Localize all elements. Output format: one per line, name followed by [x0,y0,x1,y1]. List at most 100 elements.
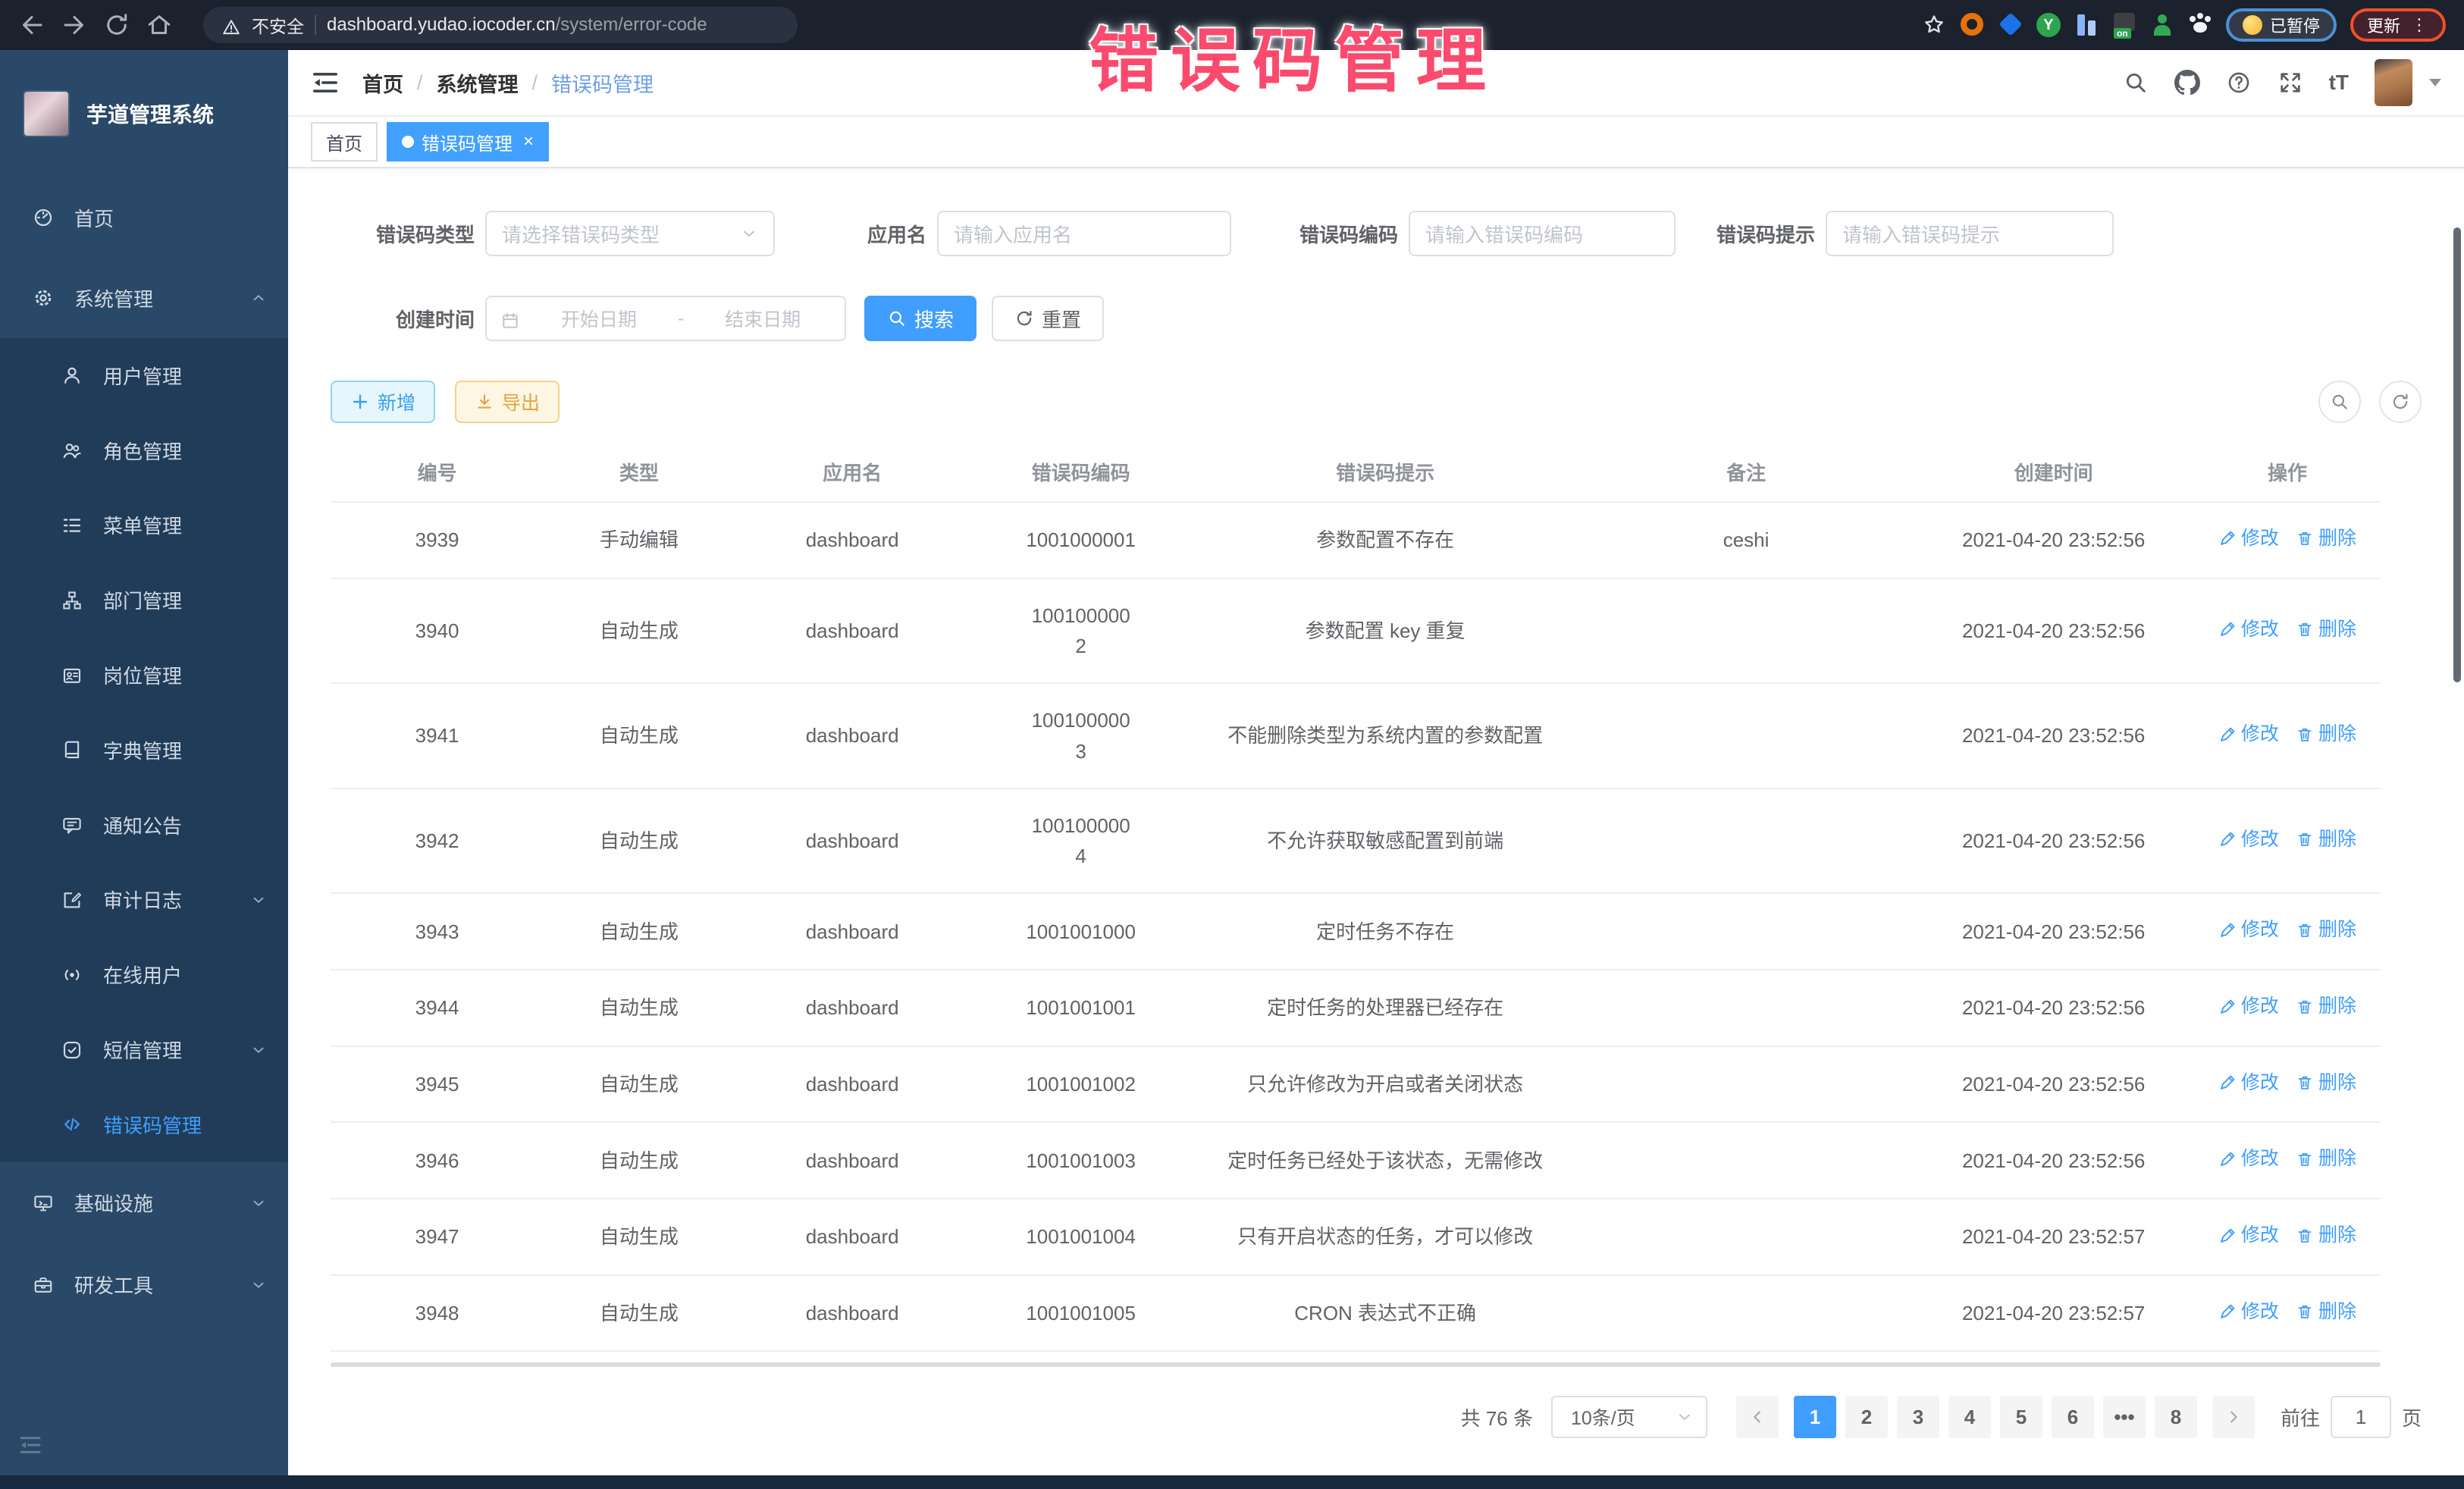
refresh-table-button[interactable] [2379,381,2422,423]
filter-input[interactable]: 请输入应用名 [937,211,1231,256]
page-number-button[interactable]: 4 [1948,1396,1991,1438]
page-number-button[interactable]: 2 [1845,1396,1888,1438]
prev-page-button[interactable] [1736,1396,1779,1438]
delete-link[interactable]: 删除 [2296,1297,2356,1327]
reset-button[interactable]: 重置 [992,296,1104,341]
sidebar-fold-icon[interactable] [18,1433,42,1457]
sidebar-item-sms-management[interactable]: 短信管理 [0,1012,288,1087]
edit-link[interactable]: 修改 [2218,825,2279,854]
sidebar-item-user-management[interactable]: 用户管理 [0,338,288,413]
back-icon[interactable] [18,11,45,39]
delete-link[interactable]: 删除 [2296,615,2356,644]
page-ellipsis-button[interactable]: ••• [2103,1396,2146,1438]
date-separator: - [678,308,684,330]
bookmark-star-icon[interactable] [1921,12,1947,38]
edit-link[interactable]: 修改 [2218,992,2279,1021]
update-browser-button[interactable]: 更新⋮ [2350,8,2446,42]
green-y-extension-icon[interactable]: Y [2036,13,2061,37]
sidebar-item-role-management[interactable]: 角色管理 [0,413,288,488]
search-button[interactable]: 搜索 [864,296,977,341]
delete-link[interactable]: 删除 [2296,825,2356,854]
green-person-extension-icon[interactable] [2150,13,2174,37]
delete-link[interactable]: 删除 [2296,719,2356,749]
delete-link[interactable]: 删除 [2296,1068,2356,1098]
next-page-button[interactable] [2212,1396,2255,1438]
page-number-button[interactable]: 8 [2155,1396,2197,1438]
fullscreen-icon[interactable] [2277,70,2303,96]
sidebar-item-dept-management[interactable]: 部门管理 [0,563,288,638]
columns-extension-icon[interactable] [2074,13,2099,37]
horizontal-scrollbar[interactable] [331,1362,2381,1367]
filter-input[interactable]: 请输入错误码编码 [1409,211,1676,256]
on-badge-extension-icon[interactable]: on [2112,13,2136,37]
date-range-picker[interactable]: 开始日期 - 结束日期 [485,296,846,341]
edit-link[interactable]: 修改 [2218,524,2279,553]
goto-page-input[interactable]: 1 [2331,1396,2391,1438]
add-button[interactable]: 新增 [331,381,435,423]
trash-icon [2296,921,2314,939]
reload-icon[interactable] [103,11,130,39]
error-code-type-select[interactable]: 请选择错误码类型 [485,211,775,256]
delete-link[interactable]: 删除 [2296,1221,2356,1250]
sidebar-item-error-code-management[interactable]: 错误码管理 [0,1087,288,1162]
forward-icon[interactable] [61,11,88,39]
edit-link[interactable]: 修改 [2218,1144,2279,1174]
sidebar-item-audit-log[interactable]: 审计日志 [0,863,288,938]
help-icon[interactable] [2226,70,2252,96]
user-avatar[interactable] [2375,59,2412,106]
export-button[interactable]: 导出 [455,381,560,423]
edit-link[interactable]: 修改 [2218,719,2279,749]
pencil-icon [2218,1302,2237,1321]
sidebar-item-post-management[interactable]: 岗位管理 [0,638,288,713]
page-number-button[interactable]: 3 [1897,1396,1939,1438]
page-number-button[interactable]: 6 [2052,1396,2094,1438]
delete-link[interactable]: 删除 [2296,524,2356,553]
sidebar-item-menu-management[interactable]: 菜单管理 [0,488,288,563]
orange-ring-extension-icon[interactable] [1961,13,1985,37]
page-number-button[interactable]: 5 [2000,1396,2042,1438]
paused-profile-badge[interactable]: 已暂停 [2226,8,2337,42]
breadcrumb-item[interactable]: 系统管理 [437,68,519,98]
hamburger-fold-icon[interactable] [311,68,340,97]
address-bar[interactable]: 不安全 dashboard.yudao.iocoder.cn/system/er… [203,7,798,43]
sidebar-item-notice-announcement[interactable]: 通知公告 [0,788,288,863]
end-date-input[interactable]: 结束日期 [694,305,831,332]
avatar-caret-icon[interactable] [2429,79,2441,86]
sidebar-item-infrastructure[interactable]: 基础设施 [0,1162,288,1244]
github-icon[interactable] [2174,70,2200,96]
active-dot-icon [402,136,414,148]
sidebar-logo[interactable]: 芋道管理系统 [0,50,288,177]
vertical-scrollbar[interactable] [2453,227,2461,682]
tab-active-view[interactable]: 错误码管理× [387,122,549,161]
tab-view[interactable]: 首页 [311,122,378,161]
edit-link[interactable]: 修改 [2218,1297,2279,1327]
paw-extension-icon[interactable] [2188,13,2212,37]
delete-link[interactable]: 删除 [2296,1144,2356,1174]
font-size-icon[interactable]: tT [2329,72,2349,93]
sidebar-item-home[interactable]: 首页 [0,177,288,258]
edit-link[interactable]: 修改 [2218,1068,2279,1098]
start-date-input[interactable]: 开始日期 [531,305,667,332]
sidebar-item-system-management[interactable]: 系统管理 [0,258,288,338]
edit-link[interactable]: 修改 [2218,615,2279,644]
table-cell: 手动编辑 [544,502,734,578]
page-number-button[interactable]: 1 [1794,1396,1836,1438]
browser-menu-icon[interactable]: ⋮ [2411,15,2429,35]
sidebar-item-dev-tools[interactable]: 研发工具 [0,1244,288,1326]
close-icon[interactable]: × [523,133,534,151]
sidebar-item-dict-management[interactable]: 字典管理 [0,713,288,788]
sidebar-item-online-user[interactable]: 在线用户 [0,937,288,1012]
breadcrumb-item[interactable]: 首页 [362,68,403,98]
delete-link[interactable]: 删除 [2296,915,2356,945]
filter-input[interactable]: 请输入错误码提示 [1826,211,2114,256]
edit-link[interactable]: 修改 [2218,915,2279,945]
edit-link[interactable]: 修改 [2218,1221,2279,1250]
table-cell: 1001000002 [970,578,1192,684]
blue-gem-extension-icon[interactable] [1998,13,2023,37]
home-icon[interactable] [146,11,173,39]
search-icon[interactable] [2123,70,2149,96]
show-search-toggle-button[interactable] [2318,381,2361,423]
goto-label: 前往 [2281,1403,2320,1431]
page-size-select[interactable]: 10条/页 [1551,1396,1707,1438]
delete-link[interactable]: 删除 [2296,992,2356,1021]
